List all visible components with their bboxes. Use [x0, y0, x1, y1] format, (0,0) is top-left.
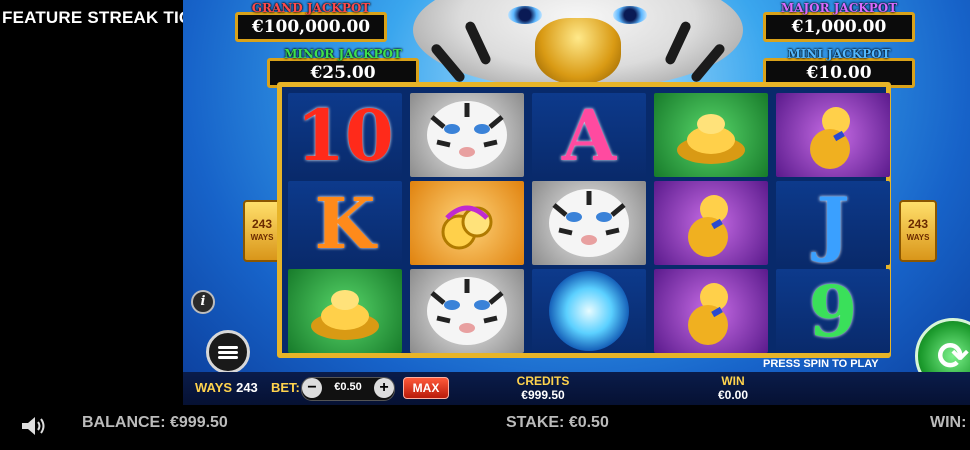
- tiger-stripe: [429, 42, 467, 84]
- stake-text: STAKE: €0.50: [506, 414, 609, 431]
- speaker-icon[interactable]: [20, 415, 48, 437]
- bet-stepper: − €0.50 +: [301, 377, 395, 401]
- tiger-eye-right: [613, 6, 647, 24]
- bet-label: BET:: [271, 380, 300, 395]
- ways-badge-number: 243: [251, 217, 273, 231]
- reel-grid: 10 A K J 9: [288, 93, 890, 353]
- win-value: €0.00: [717, 388, 749, 402]
- tiger-eye-orb-icon: [549, 271, 629, 351]
- game-area: GRAND JACKPOT €100,000.00 MINOR JACKPOT …: [183, 0, 970, 405]
- reel-symbol-coin-charm: [410, 181, 524, 265]
- major-jackpot: MAJOR JACKPOT €1,000.00: [763, 1, 915, 42]
- grand-jackpot: GRAND JACKPOT €100,000.00: [235, 1, 387, 42]
- minor-jackpot-label: MINOR JACKPOT: [284, 47, 402, 61]
- tiger-face-icon: [549, 189, 629, 257]
- tiger-face-icon: [427, 101, 507, 169]
- ways-badge-right: 243 WAYS: [899, 200, 937, 262]
- mini-jackpot-label: MINI JACKPOT: [787, 47, 891, 61]
- reel-symbol-nine: 9: [776, 269, 890, 353]
- golden-urn-icon: [535, 18, 621, 84]
- ways-display: WAYS 243: [195, 380, 258, 395]
- reel-symbol-gold-ingot: [288, 269, 402, 353]
- tiger-face-icon: [427, 277, 507, 345]
- ways-value: 243: [236, 380, 258, 395]
- press-spin-hint: PRESS SPIN TO PLAY: [763, 358, 879, 370]
- reel-symbol-gourd: [654, 269, 768, 353]
- grand-jackpot-label: GRAND JACKPOT: [251, 1, 371, 15]
- footer-win-text: WIN:: [930, 414, 967, 431]
- reel-symbol-tiger: [532, 181, 646, 265]
- ways-badge-left: 243 WAYS: [243, 200, 281, 262]
- coin-charm-icon: [441, 205, 493, 250]
- gold-ingot-icon: [677, 114, 745, 164]
- major-jackpot-label: MAJOR JACKPOT: [780, 1, 898, 15]
- major-jackpot-value: €1,000.00: [791, 17, 887, 37]
- tiger-stripe: [463, 20, 493, 66]
- ways-badge-word: WAYS: [906, 233, 930, 242]
- grand-jackpot-value: €100,000.00: [251, 17, 371, 37]
- gold-gourd-icon: [688, 283, 728, 345]
- reel-symbol-orb: [532, 269, 646, 353]
- reel-symbol-tiger: [410, 93, 524, 177]
- reel-symbol-jack: J: [776, 181, 890, 265]
- ways-label: WAYS: [195, 380, 233, 395]
- reel-frame: 10 A K J 9: [277, 82, 891, 358]
- win-display: WIN €0.00: [693, 374, 773, 402]
- tiger-eye-left: [508, 6, 542, 24]
- reel-symbol-gourd: [776, 93, 890, 177]
- reel-symbol-king: K: [288, 181, 402, 265]
- gold-ingot-icon: [311, 290, 379, 340]
- reel-symbol-ace: A: [532, 93, 646, 177]
- footer-bar: BALANCE: €999.50 STAKE: €0.50 WIN:: [0, 405, 970, 450]
- tiger-stripe: [689, 42, 727, 84]
- hamburger-icon: [218, 344, 238, 361]
- control-bar: WAYS 243 BET: − €0.50 + MAX CREDITS €999.…: [183, 372, 970, 405]
- ways-badge-number: 243: [907, 217, 929, 231]
- ways-badge-word: WAYS: [250, 233, 274, 242]
- bet-increase-button[interactable]: +: [374, 378, 394, 398]
- menu-button[interactable]: [206, 330, 250, 374]
- reel-symbol-gourd: [654, 181, 768, 265]
- bet-decrease-button[interactable]: −: [302, 378, 322, 398]
- gold-gourd-icon: [810, 107, 850, 169]
- reel-symbol-gold-ingot: [654, 93, 768, 177]
- credits-label: CREDITS: [516, 374, 570, 388]
- info-button[interactable]: i: [191, 290, 215, 314]
- gold-gourd-icon: [688, 195, 728, 257]
- win-label: WIN: [721, 374, 745, 388]
- tiger-stripe: [663, 20, 693, 66]
- credits-display: CREDITS €999.50: [503, 374, 583, 402]
- balance-text: BALANCE: €999.50: [82, 414, 228, 431]
- bet-value: €0.50: [334, 381, 362, 393]
- reel-symbol-tiger: [410, 269, 524, 353]
- max-bet-button[interactable]: MAX: [403, 377, 449, 399]
- credits-value: €999.50: [521, 388, 565, 402]
- reel-symbol-ten: 10: [288, 93, 402, 177]
